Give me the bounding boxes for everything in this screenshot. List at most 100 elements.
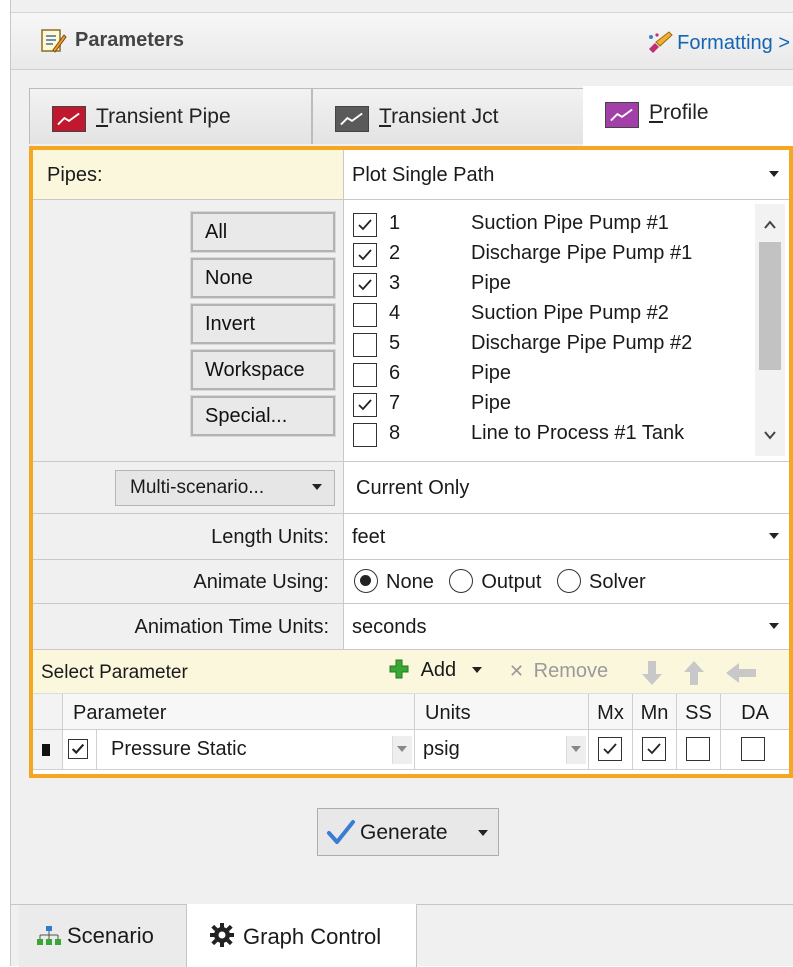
invert-selection-button[interactable]: Invert: [190, 303, 336, 345]
pipes-row: Pipes: Plot Single Path: [33, 150, 789, 200]
current-only-text: Current Only: [356, 477, 470, 499]
scenario-tree-icon: [37, 926, 61, 945]
pipe-checkbox[interactable]: [353, 423, 377, 447]
pipe-list: 1 Suction Pipe Pump #1 2 Discharge Pipe …: [353, 200, 767, 461]
parameters-icon: [41, 29, 67, 53]
parameter-select[interactable]: Pressure Static: [97, 730, 415, 770]
animation-time-units-dropdown[interactable]: seconds: [344, 604, 789, 649]
select-all-button[interactable]: All: [190, 211, 336, 253]
mn-checkbox[interactable]: [642, 737, 666, 761]
header-label: DA: [741, 702, 769, 724]
list-item[interactable]: 3 Pipe: [353, 270, 753, 300]
pipe-checkbox[interactable]: [353, 363, 377, 387]
line-chart-purple-icon: [605, 102, 639, 128]
pipe-number: 3: [389, 272, 401, 294]
length-units-dropdown[interactable]: feet: [344, 514, 789, 559]
multi-scenario-label: Multi-scenario...: [130, 477, 265, 498]
formatting-link[interactable]: Formatting >: [647, 31, 790, 55]
list-item[interactable]: 2 Discharge Pipe Pump #1: [353, 240, 753, 270]
pipe-number: 4: [389, 302, 401, 324]
header-label: SS: [685, 702, 712, 724]
mx-cell[interactable]: [589, 730, 633, 770]
chevron-up-icon[interactable]: [763, 218, 777, 232]
tab-accesskey: T: [96, 105, 109, 128]
pipe-name: Discharge Pipe Pump #1: [471, 242, 693, 264]
list-item[interactable]: 1 Suction Pipe Pump #1: [353, 210, 753, 240]
pipe-number: 6: [389, 362, 401, 384]
column-header-mx[interactable]: Mx: [589, 694, 633, 730]
list-item[interactable]: 7 Pipe: [353, 390, 753, 420]
pipe-name: Suction Pipe Pump #1: [471, 212, 669, 234]
mx-checkbox[interactable]: [598, 737, 622, 761]
pipe-list-scrollbar[interactable]: [755, 204, 785, 456]
current-row-indicator: [42, 744, 50, 756]
column-header-units[interactable]: Units: [415, 694, 589, 730]
chevron-down-icon: [769, 170, 779, 177]
graph-type-tabs: Transient Pipe Transient Jct Profile: [11, 86, 793, 146]
mn-cell[interactable]: [633, 730, 677, 770]
multi-scenario-button[interactable]: Multi-scenario...: [115, 470, 335, 506]
select-none-button[interactable]: None: [190, 257, 336, 299]
column-header-mn[interactable]: Mn: [633, 694, 677, 730]
chevron-down-icon: [769, 622, 779, 629]
ss-checkbox[interactable]: [686, 737, 710, 761]
pipe-number: 8: [389, 422, 401, 444]
da-checkbox[interactable]: [741, 737, 765, 761]
pipe-checkbox[interactable]: [353, 243, 377, 267]
pipes-dropdown[interactable]: Plot Single Path: [344, 150, 789, 199]
radio-none[interactable]: None: [354, 569, 434, 593]
tab-transient-pipe[interactable]: Transient Pipe: [29, 88, 312, 144]
pipe-selection-row: All None Invert Workspace Special... 1 S…: [33, 200, 789, 462]
tab-graph-control[interactable]: Graph Control: [187, 904, 417, 967]
plus-icon: [389, 659, 409, 679]
workspace-selection-button[interactable]: Workspace: [190, 349, 336, 391]
list-item[interactable]: 6 Pipe: [353, 360, 753, 390]
animate-using-label: Animate Using:: [193, 571, 329, 593]
da-cell[interactable]: [721, 730, 789, 770]
radio-solver[interactable]: Solver: [556, 569, 646, 593]
move-up-arrow-icon[interactable]: [683, 660, 705, 686]
pipe-checkbox[interactable]: [353, 303, 377, 327]
tab-scenario[interactable]: Scenario: [19, 905, 187, 967]
generate-label: Generate: [360, 821, 448, 844]
list-item[interactable]: 4 Suction Pipe Pump #2: [353, 300, 753, 330]
parameters-window: Parameters Formatting > Transient Pipe T…: [10, 0, 793, 967]
chevron-down-icon[interactable]: [478, 830, 488, 836]
move-down-arrow-icon[interactable]: [641, 660, 663, 686]
scrollbar-thumb[interactable]: [759, 242, 781, 370]
add-parameter-button[interactable]: Add: [389, 659, 482, 682]
tab-label: rofile: [663, 101, 709, 124]
units-select[interactable]: psig: [415, 730, 589, 770]
pipe-name: Pipe: [471, 272, 512, 294]
header-label: Mn: [640, 702, 669, 724]
remove-parameter-button[interactable]: ✕ Remove: [509, 660, 608, 683]
pipes-label: Pipes:: [47, 164, 103, 186]
column-header-da[interactable]: DA: [721, 694, 789, 730]
animate-using-radios: None Output Solver: [344, 560, 789, 603]
radio-output[interactable]: Output: [449, 569, 541, 593]
row-enabled-checkbox[interactable]: [68, 739, 88, 759]
chevron-down-icon[interactable]: [763, 428, 777, 442]
parameter-table: Parameter Units Mx Mn SS DA Pressure Sta…: [33, 694, 789, 774]
pipe-name: Line to Process #1 Tank: [471, 422, 685, 444]
column-header-parameter[interactable]: Parameter: [63, 694, 415, 730]
move-left-arrow-icon[interactable]: [725, 662, 757, 684]
row-enabled-cell[interactable]: [63, 730, 97, 770]
tab-profile[interactable]: Profile: [583, 86, 793, 146]
list-item[interactable]: 5 Discharge Pipe Pump #2: [353, 330, 753, 360]
pipe-checkbox[interactable]: [353, 213, 377, 237]
tab-transient-jct[interactable]: Transient Jct: [312, 88, 593, 144]
pipe-checkbox[interactable]: [353, 333, 377, 357]
gear-icon: [210, 923, 234, 947]
pipe-name: Discharge Pipe Pump #2: [471, 332, 693, 354]
pipe-checkbox[interactable]: [353, 393, 377, 417]
pipe-checkbox[interactable]: [353, 273, 377, 297]
row-selector[interactable]: [33, 730, 63, 770]
ss-cell[interactable]: [677, 730, 721, 770]
special-selection-button[interactable]: Special...: [190, 395, 336, 437]
pipes-dropdown-value: Plot Single Path: [352, 164, 495, 186]
pipe-number: 1: [389, 212, 401, 234]
column-header-ss[interactable]: SS: [677, 694, 721, 730]
list-item[interactable]: 8 Line to Process #1 Tank: [353, 420, 753, 450]
generate-button[interactable]: Generate: [317, 808, 499, 856]
